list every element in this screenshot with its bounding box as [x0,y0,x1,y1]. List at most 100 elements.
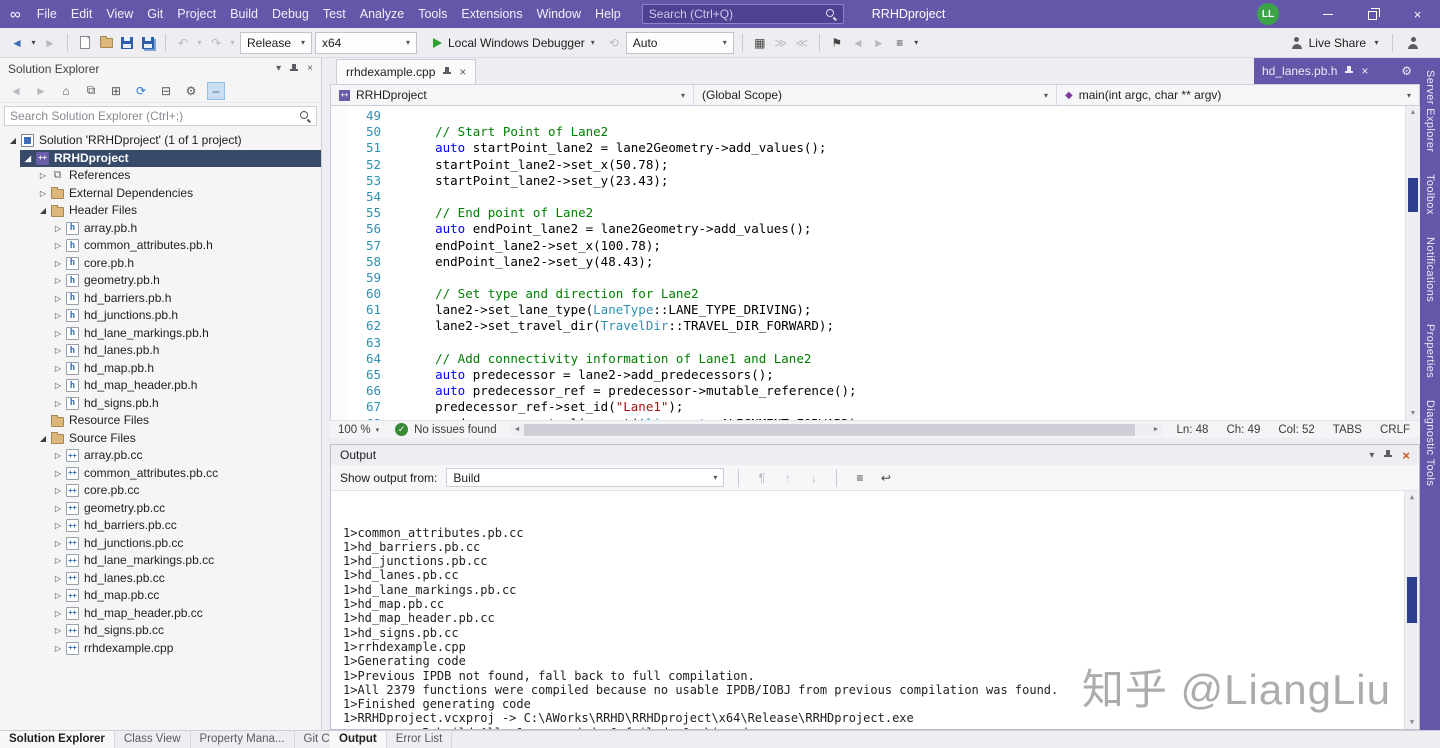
window-position-icon[interactable]: ▾ [1369,450,1374,461]
chevron-collapsed-icon[interactable]: ▷ [51,605,65,623]
refresh-icon[interactable]: ⟳ [132,82,150,100]
code-line-56[interactable]: auto endPoint_lane2 = lane2Geometry->add… [405,221,1420,237]
redo-icon[interactable]: ↷ [207,32,225,54]
chevron-collapsed-icon[interactable]: ▷ [51,360,65,378]
pin-icon[interactable] [442,66,452,78]
chevron-expanded-icon[interactable]: ◢ [36,430,50,448]
tree-item-references[interactable]: ▷⧉References [0,167,321,185]
toggle-word-wrap-icon[interactable]: ↩ [877,471,894,485]
code-line-51[interactable]: auto startPoint_lane2 = lane2Geometry->a… [405,140,1420,156]
live-share-menu-icon[interactable]: ▾ [1372,32,1381,54]
scroll-left-icon[interactable]: ◄ [511,426,524,433]
chevron-collapsed-icon[interactable]: ▷ [51,220,65,238]
tree-item-header-files[interactable]: ◢Header Files [0,202,321,220]
chevron-expanded-icon[interactable]: ◢ [36,202,50,220]
menu-item-window[interactable]: Window [530,0,588,28]
display-member-list-icon[interactable]: ▦ [751,32,769,54]
quick-search-box[interactable] [642,4,844,24]
save-all-button[interactable] [139,32,157,54]
tab-rrhdexample-cpp[interactable]: rrhdexample.cpp × [336,59,476,84]
menu-item-view[interactable]: View [99,0,140,28]
tree-item-hd-lane-markings-pb-cc[interactable]: ▷++hd_lane_markings.pb.cc [0,552,321,570]
chevron-collapsed-icon[interactable]: ▷ [51,640,65,658]
new-file-button[interactable] [76,32,94,54]
panel-tab-solution-explorer[interactable]: Solution Explorer [0,731,115,748]
solution-search-box[interactable] [4,106,317,126]
code-line-66[interactable]: auto predecessor_ref = predecessor->muta… [405,383,1420,399]
toolbar-options-icon[interactable]: ▾ [912,32,921,54]
next-message-icon[interactable]: ↓ [805,471,822,485]
chevron-expanded-icon[interactable]: ◢ [21,150,35,168]
tree-item-hd-barriers-pb-cc[interactable]: ▷++hd_barriers.pb.cc [0,517,321,535]
tree-item-hd-lanes-pb-h[interactable]: ▷hhd_lanes.pb.h [0,342,321,360]
panel-tab-error-list[interactable]: Error List [387,731,453,748]
scrollbar-thumb[interactable] [524,424,1136,436]
scroll-up-icon[interactable]: ▲ [1406,106,1420,119]
breakpoint-margin[interactable] [331,106,347,420]
window-position-icon[interactable]: ▾ [276,63,281,74]
feedback-button[interactable] [1404,32,1422,54]
code-line-58[interactable]: endPoint_lane2->set_y(48.43); [405,254,1420,270]
tree-item-hd-signs-pb-cc[interactable]: ▷++hd_signs.pb.cc [0,622,321,640]
close-icon[interactable]: × [1402,448,1410,463]
code-lines[interactable]: // Start Point of Lane2 auto startPoint_… [389,106,1420,420]
tree-item-hd-lanes-pb-cc[interactable]: ▷++hd_lanes.pb.cc [0,570,321,588]
side-tab-diagnostic-tools[interactable]: Diagnostic Tools [1424,400,1436,486]
chevron-collapsed-icon[interactable]: ▷ [51,255,65,273]
tree-item-hd-signs-pb-h[interactable]: ▷hhd_signs.pb.h [0,395,321,413]
tab-hd-lanes-pb-h[interactable]: hd_lanes.pb.h × ⚙ [1254,58,1420,84]
home-icon[interactable]: ⌂ [57,82,75,100]
scroll-up-icon[interactable]: ▲ [1405,491,1419,504]
clear-all-icon[interactable]: ≡ [851,471,868,485]
decrease-indent-icon[interactable]: ≪ [793,32,811,54]
tree-item-hd-lane-markings-pb-h[interactable]: ▷hhd_lane_markings.pb.h [0,325,321,343]
back-icon[interactable]: ◄ [7,82,25,100]
tree-item-geometry-pb-h[interactable]: ▷hgeometry.pb.h [0,272,321,290]
redo-menu-icon[interactable]: ▾ [228,32,237,54]
tree-item-rrhdexample-cpp[interactable]: ▷++rrhdexample.cpp [0,640,321,658]
chevron-collapsed-icon[interactable]: ▷ [51,395,65,413]
pin-icon[interactable] [1344,65,1354,77]
start-debugging-button[interactable]: Local Windows Debugger ▾ [426,32,602,54]
tree-item-geometry-pb-cc[interactable]: ▷++geometry.pb.cc [0,500,321,518]
sync-with-active-document-icon[interactable]: – [207,82,225,100]
save-button[interactable] [118,32,136,54]
scroll-right-icon[interactable]: ► [1149,426,1162,433]
tree-item-common-attributes-pb-cc[interactable]: ▷++common_attributes.pb.cc [0,465,321,483]
menu-item-debug[interactable]: Debug [265,0,316,28]
code-line-50[interactable]: // Start Point of Lane2 [405,124,1420,140]
tree-item-resource-files[interactable]: Resource Files [0,412,321,430]
panel-tab-class-view[interactable]: Class View [115,731,191,748]
pending-changes-filter-icon[interactable]: ⊞ [107,82,125,100]
tree-item-hd-map-pb-cc[interactable]: ▷++hd_map.pb.cc [0,587,321,605]
chevron-collapsed-icon[interactable]: ▷ [51,570,65,588]
menu-item-build[interactable]: Build [223,0,265,28]
scrollbar-thumb[interactable] [1408,178,1418,212]
tree-item-array-pb-h[interactable]: ▷harray.pb.h [0,220,321,238]
close-icon[interactable]: × [307,63,313,74]
tree-item-solution-rrhdproject-1-of-1-project[interactable]: ◢Solution 'RRHDproject' (1 of 1 project) [0,132,321,150]
pin-icon[interactable] [1383,449,1393,461]
minimize-button[interactable] [1305,0,1350,28]
tree-item-hd-junctions-pb-cc[interactable]: ▷++hd_junctions.pb.cc [0,535,321,553]
attach-mode-dropdown[interactable]: Auto ▾ [626,32,734,54]
code-editor[interactable]: 4950515253545556575859606162636465666768… [330,106,1420,420]
chevron-collapsed-icon[interactable]: ▷ [36,167,50,185]
chevron-collapsed-icon[interactable]: ▷ [51,307,65,325]
code-line-59[interactable] [405,270,1420,286]
chevron-collapsed-icon[interactable]: ▷ [51,447,65,465]
tree-item-rrhdproject[interactable]: ◢++RRHDproject [0,150,321,168]
properties-icon[interactable]: ⚙ [182,82,200,100]
code-line-61[interactable]: lane2->set_lane_type(LaneType::LANE_TYPE… [405,302,1420,318]
switch-views-icon[interactable]: ⧉ [82,82,100,100]
menu-item-git[interactable]: Git [140,0,170,28]
navigate-forward-icon[interactable]: ► [41,32,59,54]
account-avatar[interactable]: LL [1257,3,1279,25]
code-line-62[interactable]: lane2->set_travel_dir(TravelDir::TRAVEL_… [405,318,1420,334]
chevron-collapsed-icon[interactable]: ▷ [51,377,65,395]
project-scope-dropdown[interactable]: ++ RRHDproject ▾ [331,85,694,105]
menu-item-analyze[interactable]: Analyze [353,0,411,28]
code-line-60[interactable]: // Set type and direction for Lane2 [405,286,1420,302]
chevron-collapsed-icon[interactable]: ▷ [51,272,65,290]
code-line-55[interactable]: // End point of Lane2 [405,205,1420,221]
